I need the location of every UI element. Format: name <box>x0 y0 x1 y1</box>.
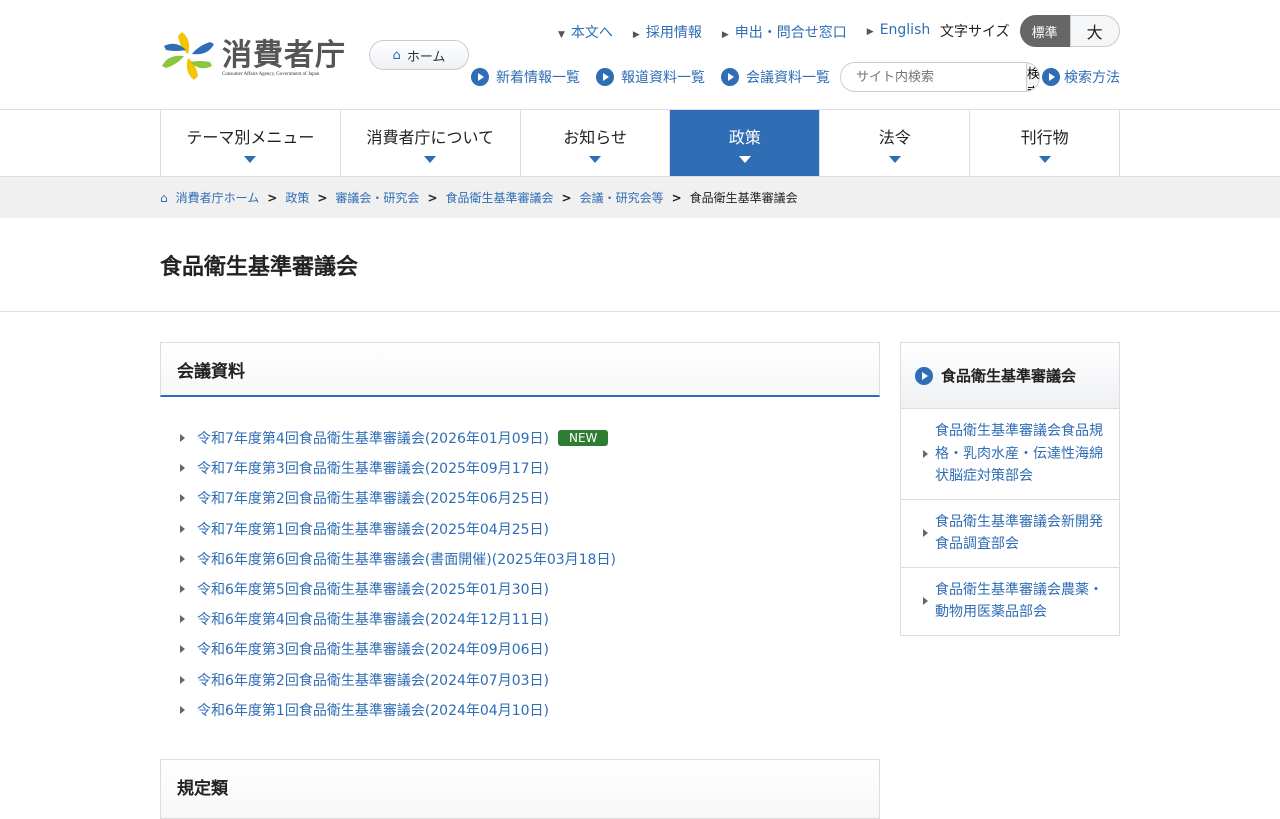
home-icon: ⌂ <box>160 190 168 205</box>
press-list-link[interactable]: 報道資料一覧 <box>596 67 705 87</box>
chevron-down-icon <box>244 155 257 163</box>
page-title: 食品衛生基準審議会 <box>0 218 1280 312</box>
chevron-down-icon <box>888 155 901 163</box>
breadcrumb-link[interactable]: 政策 <box>285 189 309 206</box>
breadcrumb-link[interactable]: 食品衛生基準審議会 <box>446 189 554 206</box>
arrow-circle-icon <box>471 68 489 86</box>
meeting-link[interactable]: 令和7年度第1回食品衛生基準審議会(2025年04月25日) <box>197 519 549 539</box>
sub-links: 新着情報一覧 報道資料一覧 会議資料一覧 <box>471 67 830 87</box>
home-icon: ⌂ <box>392 47 401 63</box>
chevron-down-icon <box>738 155 751 163</box>
nav-publications[interactable]: 刊行物 <box>970 110 1120 176</box>
chevron-down-icon <box>589 155 602 163</box>
logo-subtitle: Consumer Affairs Agency, Government of J… <box>222 72 320 77</box>
font-size-large-button[interactable]: 大 <box>1069 15 1120 47</box>
meeting-link[interactable]: 令和6年度第2回食品衛生基準審議会(2024年07月03日) <box>197 670 549 690</box>
nav-theme-menu[interactable]: テーマ別メニュー <box>161 110 341 176</box>
breadcrumb-link[interactable]: 会議・研究会等 <box>580 189 664 206</box>
meeting-link[interactable]: 令和7年度第3回食品衛生基準審議会(2025年09月17日) <box>197 458 549 478</box>
site-logo[interactable]: 消費者庁 Consumer Affairs Agency, Government… <box>160 30 350 82</box>
site-header: 消費者庁 Consumer Affairs Agency, Government… <box>0 0 1280 110</box>
global-nav: テーマ別メニュー 消費者庁について お知らせ 政策 法令 刊行物 <box>160 110 1120 176</box>
main-content: 会議資料 令和7年度第4回食品衛生基準審議会(2026年01月09日) NEW 令和… <box>160 342 880 819</box>
home-button[interactable]: ⌂ ホーム <box>369 40 469 70</box>
search-input[interactable] <box>841 63 1026 91</box>
nav-laws[interactable]: 法令 <box>820 110 971 176</box>
sidebar-link[interactable]: 食品衛生基準審議会食品規格・乳肉水産・伝達性海綿状脳症対策部会 <box>901 409 1119 500</box>
logo-pinwheel-icon <box>162 32 214 80</box>
list-item: 令和6年度第4回食品衛生基準審議会(2024年12月11日) <box>180 604 880 634</box>
list-item: 令和6年度第1回食品衛生基準審議会(2024年04月10日) <box>180 695 880 725</box>
sidebar: 食品衛生基準審議会 食品衛生基準審議会食品規格・乳肉水産・伝達性海綿状脳症対策部… <box>900 342 1120 636</box>
nav-policy[interactable]: 政策 <box>670 110 821 176</box>
list-item: 令和7年度第1回食品衛生基準審議会(2025年04月25日) <box>180 514 880 544</box>
chevron-down-icon <box>1038 155 1051 163</box>
arrow-circle-icon <box>596 68 614 86</box>
breadcrumb-link[interactable]: 消費者庁ホーム <box>176 189 260 206</box>
news-list-link[interactable]: 新着情報一覧 <box>471 67 580 87</box>
list-item: 令和7年度第2回食品衛生基準審議会(2025年06月25日) <box>180 483 880 513</box>
list-item: 令和7年度第4回食品衛生基準審議会(2026年01月09日) NEW <box>180 423 880 453</box>
list-item: 令和6年度第5回食品衛生基準審議会(2025年01月30日) <box>180 574 880 604</box>
utility-links: ▼ 本文へ ▶ 採用情報 ▶ 申出・問合せ窓口 ▶ English <box>558 22 930 42</box>
meeting-link[interactable]: 令和6年度第4回食品衛生基準審議会(2024年12月11日) <box>197 609 549 629</box>
search-button[interactable]: 検索 <box>1026 63 1039 91</box>
section2-heading: 規定類 <box>160 759 880 819</box>
arrow-circle-icon <box>1042 68 1060 86</box>
meeting-link[interactable]: 令和6年度第6回食品衛生基準審議会(書面開催)(2025年03月18日) <box>197 549 616 569</box>
list-item: 令和6年度第2回食品衛生基準審議会(2024年07月03日) <box>180 665 880 695</box>
list-item: 令和6年度第3回食品衛生基準審議会(2024年09月06日) <box>180 634 880 664</box>
section-heading: 会議資料 <box>160 342 880 397</box>
sidebar-link[interactable]: 食品衛生基準審議会新開発食品調査部会 <box>901 500 1119 568</box>
nav-news[interactable]: お知らせ <box>521 110 671 176</box>
meeting-link[interactable]: 令和7年度第2回食品衛生基準審議会(2025年06月25日) <box>197 488 549 508</box>
sidebar-heading: 食品衛生基準審議会 <box>901 343 1119 409</box>
new-badge: NEW <box>558 430 609 447</box>
search-howto-link[interactable]: 検索方法 <box>1042 67 1120 87</box>
meeting-list: 令和7年度第4回食品衛生基準審議会(2026年01月09日) NEW 令和7年度第3… <box>160 397 880 725</box>
logo-text: 消費者庁 <box>222 38 346 73</box>
arrow-circle-icon <box>915 366 933 385</box>
breadcrumb: ⌂ 消費者庁ホーム > 政策 > 審議会・研究会 > 食品衛生基準審議会 > 会議・研究… <box>0 176 1280 218</box>
site-search: 検索 <box>840 62 1040 92</box>
skip-to-content-link[interactable]: ▼ 本文へ <box>558 22 613 42</box>
meeting-link[interactable]: 令和7年度第4回食品衛生基準審議会(2026年01月09日) <box>197 428 549 448</box>
list-item: 令和7年度第3回食品衛生基準審議会(2025年09月17日) <box>180 453 880 483</box>
english-link[interactable]: ▶ English <box>867 22 930 42</box>
contact-link[interactable]: ▶ 申出・問合せ窓口 <box>722 22 847 42</box>
list-item: 令和6年度第6回食品衛生基準審議会(書面開催)(2025年03月18日) <box>180 544 880 574</box>
breadcrumb-current: 食品衛生基準審議会 <box>689 191 798 205</box>
meeting-link[interactable]: 令和6年度第5回食品衛生基準審議会(2025年01月30日) <box>197 579 549 599</box>
font-size-switcher: 文字サイズ 標準 大 <box>940 15 1120 47</box>
nav-about[interactable]: 消費者庁について <box>341 110 521 176</box>
arrow-circle-icon <box>721 68 739 86</box>
home-label: ホーム <box>406 49 446 65</box>
recruit-link[interactable]: ▶ 採用情報 <box>633 22 702 42</box>
chevron-down-icon <box>424 155 437 163</box>
meeting-link[interactable]: 令和6年度第1回食品衛生基準審議会(2024年04月10日) <box>197 700 549 720</box>
breadcrumb-link[interactable]: 審議会・研究会 <box>335 189 419 206</box>
meeting-link[interactable]: 令和6年度第3回食品衛生基準審議会(2024年09月06日) <box>197 639 549 659</box>
font-size-label: 文字サイズ <box>940 24 1010 40</box>
sidebar-link[interactable]: 食品衛生基準審議会農薬・動物用医薬品部会 <box>901 568 1119 635</box>
meeting-list-link[interactable]: 会議資料一覧 <box>721 67 830 87</box>
font-size-standard-button[interactable]: 標準 <box>1019 15 1070 47</box>
